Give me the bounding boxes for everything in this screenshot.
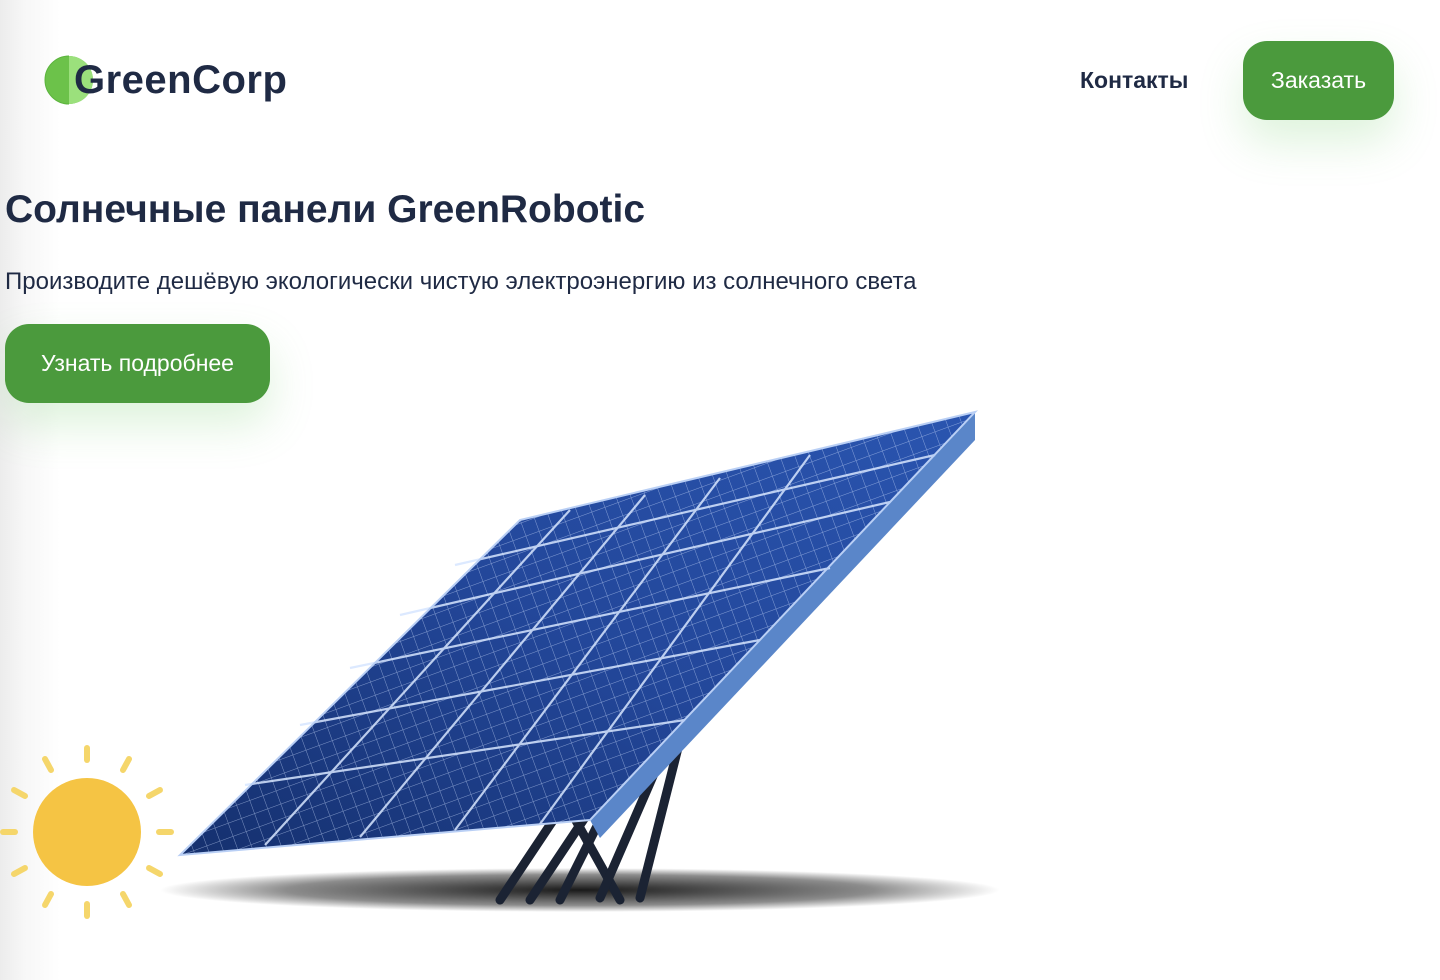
logo[interactable]: GreenCorp — [44, 52, 287, 108]
learn-more-button[interactable]: Узнать подробнее — [5, 324, 270, 403]
order-button[interactable]: Заказать — [1243, 41, 1394, 120]
hero-title: Солнечные панели GreenRobotic — [5, 188, 646, 231]
panel-shadow — [160, 868, 1000, 912]
hero-subtitle: Производите дешёвую экологически чистую … — [5, 268, 917, 295]
nav-link-contacts[interactable]: Контакты — [1080, 64, 1188, 96]
solar-panel-image — [177, 410, 979, 857]
hero-illustration — [0, 410, 1000, 919]
sun-icon — [0, 745, 174, 919]
logo-text: GreenCorp — [74, 58, 288, 102]
